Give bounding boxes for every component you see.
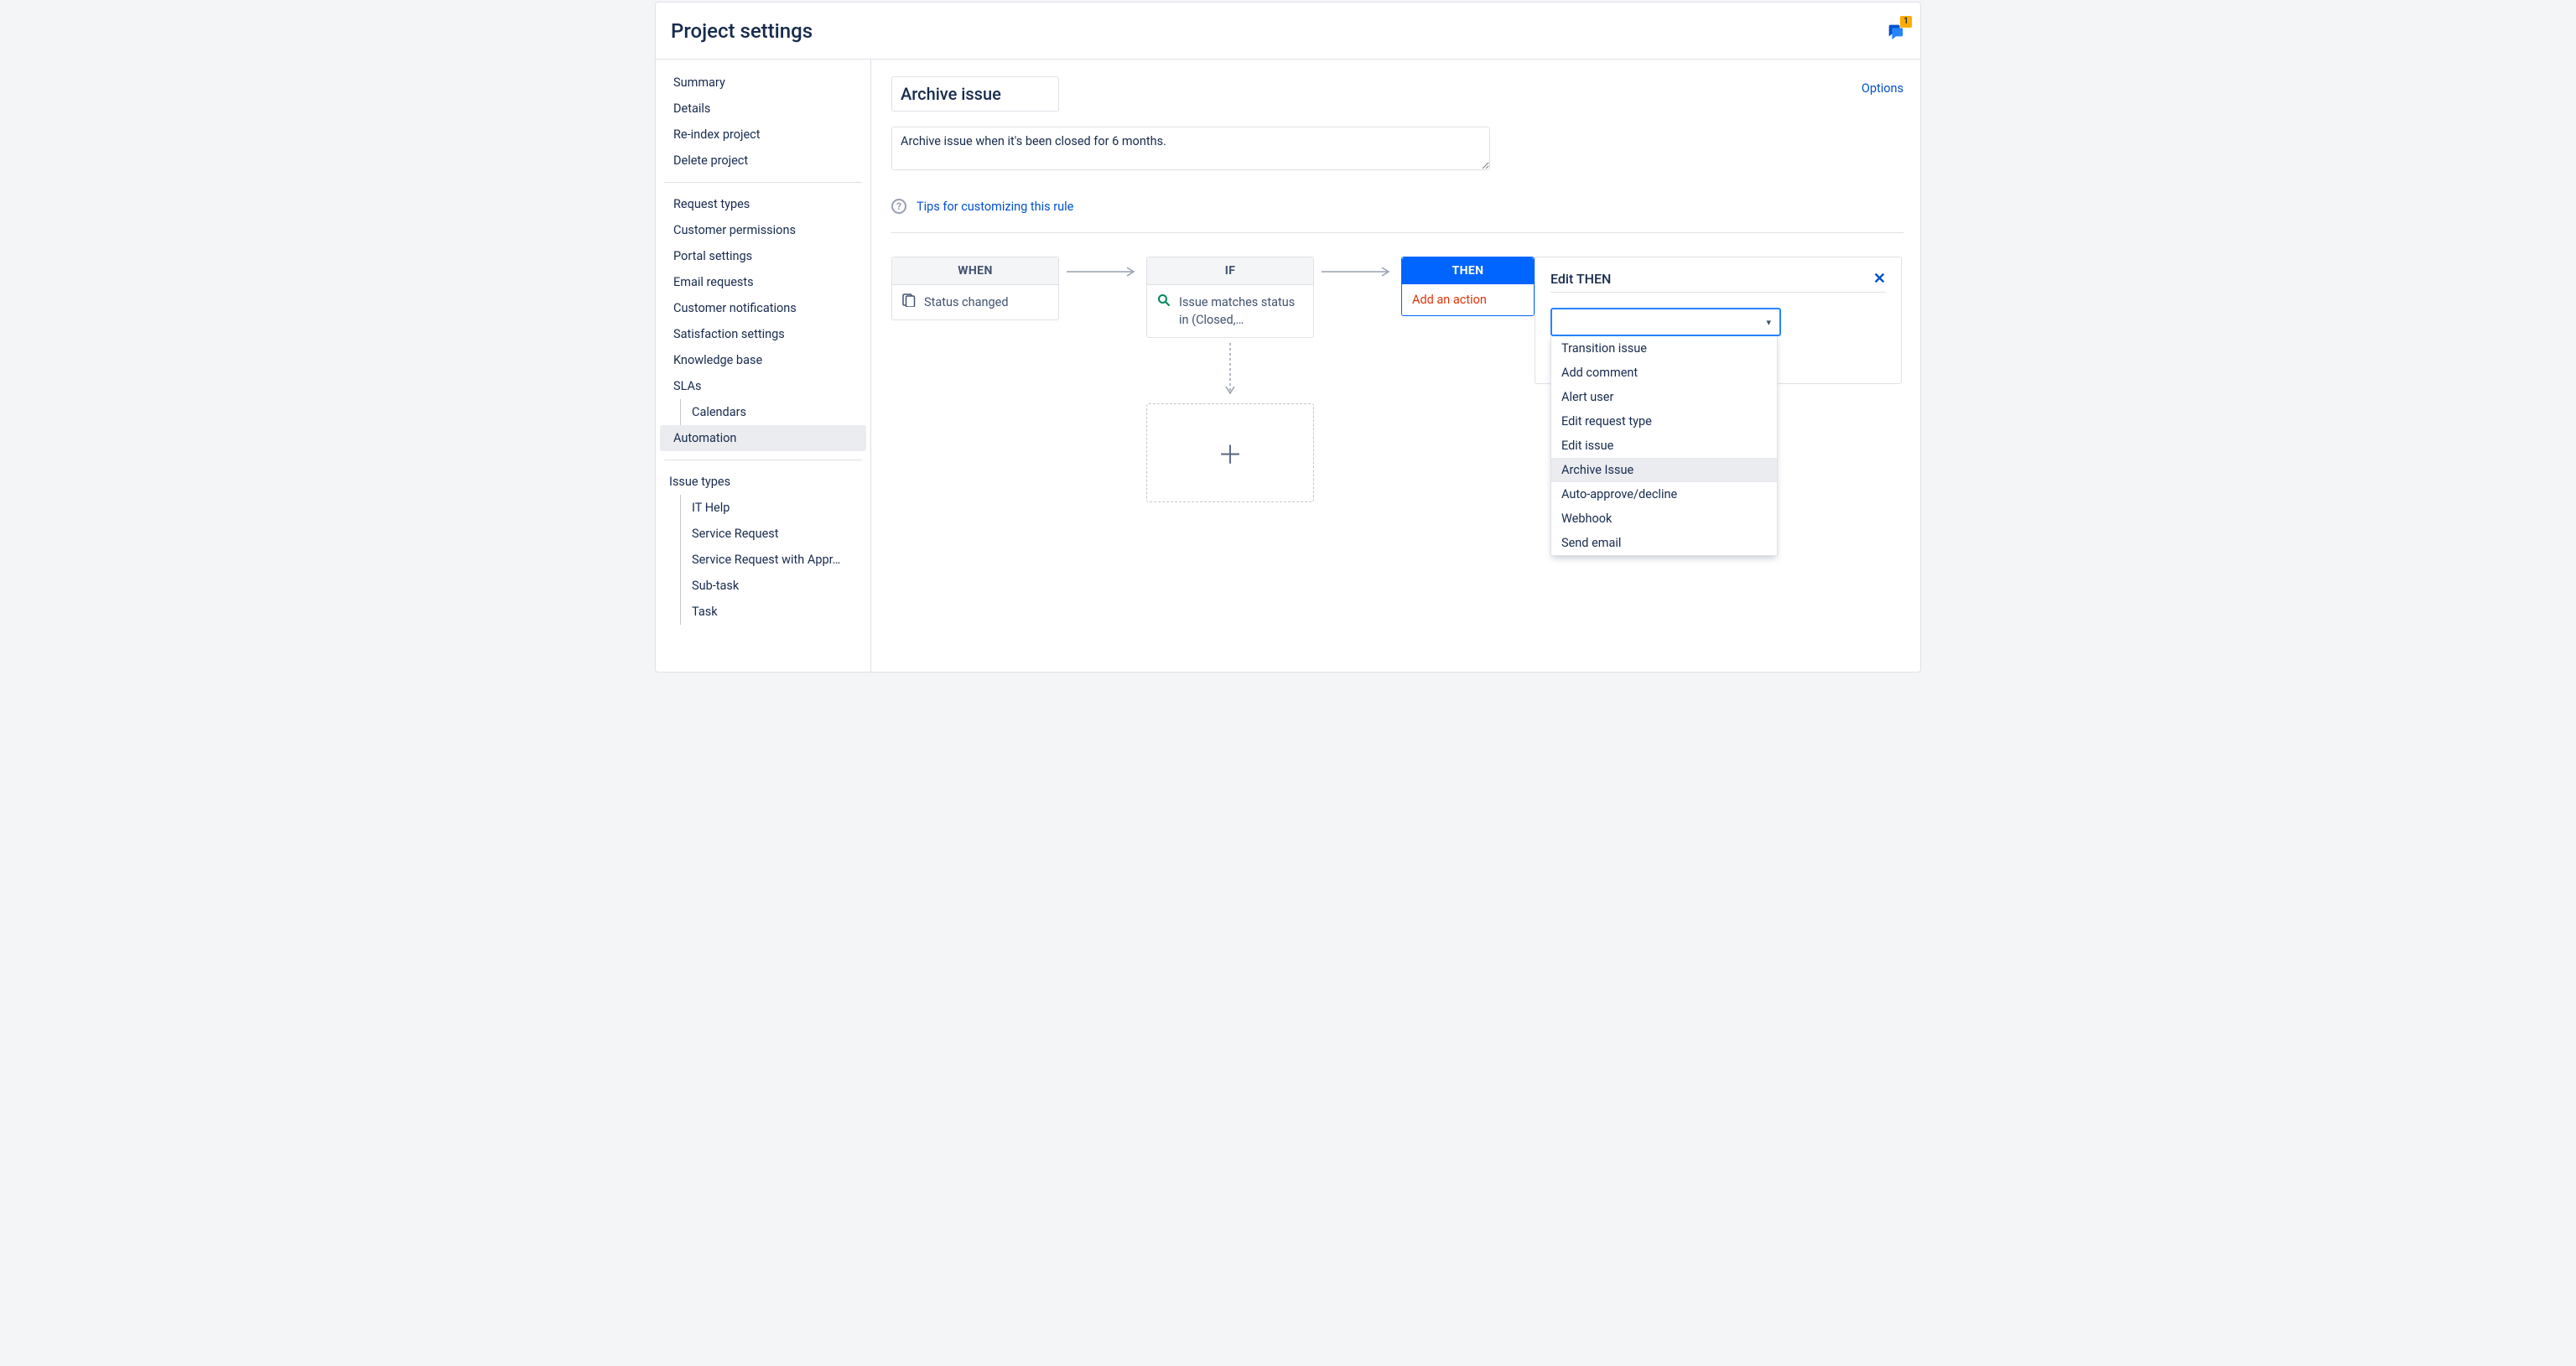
sidebar: Summary Details Re-index project Delete … bbox=[656, 60, 871, 672]
feedback-badge: 1 bbox=[1900, 16, 1912, 28]
arrow-icon bbox=[1314, 257, 1401, 287]
status-icon bbox=[902, 293, 916, 307]
rule-description-input[interactable]: Archive issue when it's been closed for … bbox=[891, 127, 1490, 170]
tips-row: ? Tips for customizing this rule bbox=[891, 199, 1903, 214]
add-condition-box[interactable]: ＋ bbox=[1146, 403, 1314, 502]
sidebar-item-delete[interactable]: Delete project bbox=[660, 148, 866, 174]
action-select-wrap: ▾ Transition issueAdd commentAlert userE… bbox=[1550, 308, 1886, 336]
main-content: Archive issue Options Archive issue when… bbox=[871, 60, 1920, 672]
sidebar-group-2: Request types Customer permissions Porta… bbox=[656, 191, 870, 458]
sidebar-group-3: Issue types IT Help Service Request Serv… bbox=[656, 469, 870, 631]
sidebar-item-customer-permissions[interactable]: Customer permissions bbox=[660, 217, 866, 243]
sidebar-item-it-help[interactable]: IT Help bbox=[660, 495, 866, 521]
dropdown-option[interactable]: Transition issue bbox=[1551, 336, 1777, 361]
down-arrow-icon bbox=[1225, 338, 1235, 403]
sidebar-item-subtask[interactable]: Sub-task bbox=[660, 573, 866, 599]
action-select[interactable]: ▾ bbox=[1550, 308, 1781, 336]
sidebar-item-satisfaction[interactable]: Satisfaction settings bbox=[660, 321, 866, 347]
rule-top-row: Archive issue Options bbox=[891, 76, 1903, 112]
if-card[interactable]: IF Issue matches status in (Closed,… bbox=[1146, 257, 1314, 338]
sidebar-item-portal-settings[interactable]: Portal settings bbox=[660, 243, 866, 269]
sidebar-item-summary[interactable]: Summary bbox=[660, 70, 866, 96]
dropdown-option[interactable]: Auto-approve/decline bbox=[1551, 482, 1777, 506]
when-header: WHEN bbox=[892, 257, 1058, 285]
automation-flow: WHEN Status changed IF Issue m bbox=[891, 257, 1903, 502]
sidebar-item-request-types[interactable]: Request types bbox=[660, 191, 866, 217]
arrow-icon bbox=[1059, 257, 1146, 287]
page-title: Project settings bbox=[671, 19, 813, 43]
chevron-down-icon: ▾ bbox=[1766, 317, 1771, 328]
sidebar-item-knowledge-base[interactable]: Knowledge base bbox=[660, 347, 866, 373]
sidebar-item-customer-notifications[interactable]: Customer notifications bbox=[660, 295, 866, 321]
if-body: Issue matches status in (Closed,… bbox=[1147, 285, 1313, 337]
app-window: Project settings 1 Summary Details Re-in… bbox=[655, 2, 1921, 673]
dropdown-option[interactable]: Edit issue bbox=[1551, 434, 1777, 458]
dropdown-option[interactable]: Send email bbox=[1551, 531, 1777, 555]
dropdown-option[interactable]: Edit request type bbox=[1551, 409, 1777, 434]
when-text: Status changed bbox=[924, 293, 1048, 311]
sidebar-item-reindex[interactable]: Re-index project bbox=[660, 122, 866, 148]
sidebar-item-email-requests[interactable]: Email requests bbox=[660, 269, 866, 295]
sidebar-group-1: Summary Details Re-index project Delete … bbox=[656, 70, 870, 180]
when-card[interactable]: WHEN Status changed bbox=[891, 257, 1059, 320]
dropdown-option[interactable]: Archive Issue bbox=[1551, 458, 1777, 482]
action-dropdown: Transition issueAdd commentAlert userEdi… bbox=[1550, 336, 1778, 556]
sidebar-item-service-request[interactable]: Service Request bbox=[660, 521, 866, 547]
edit-panel-title: Edit THEN bbox=[1550, 271, 1611, 287]
plus-icon: ＋ bbox=[1218, 434, 1243, 471]
titlebar: Project settings 1 bbox=[656, 3, 1920, 60]
dropdown-option[interactable]: Alert user bbox=[1551, 385, 1777, 409]
dropdown-option[interactable]: Add comment bbox=[1551, 361, 1777, 385]
edit-panel-header: Edit THEN ✕ bbox=[1550, 271, 1886, 293]
sidebar-item-details[interactable]: Details bbox=[660, 96, 866, 122]
options-link[interactable]: Options bbox=[1862, 76, 1903, 96]
if-header: IF bbox=[1147, 257, 1313, 285]
sidebar-item-slas[interactable]: SLAs bbox=[660, 373, 866, 399]
if-column: IF Issue matches status in (Closed,… ＋ bbox=[1146, 257, 1314, 502]
feedback-button[interactable]: 1 bbox=[1885, 21, 1905, 41]
sidebar-separator bbox=[664, 182, 862, 183]
rule-name-input[interactable]: Archive issue bbox=[891, 76, 1059, 112]
edit-then-panel: Edit THEN ✕ ▾ Transition issueAdd commen… bbox=[1535, 257, 1902, 384]
then-text: Add an action bbox=[1402, 284, 1534, 315]
help-icon: ? bbox=[891, 199, 906, 214]
close-icon[interactable]: ✕ bbox=[1873, 272, 1886, 287]
if-text: Issue matches status in (Closed,… bbox=[1179, 293, 1303, 329]
divider bbox=[891, 232, 1903, 233]
then-card[interactable]: THEN Add an action bbox=[1401, 257, 1535, 316]
sidebar-item-task[interactable]: Task bbox=[660, 599, 866, 625]
sidebar-item-calendars[interactable]: Calendars bbox=[660, 399, 866, 425]
sidebar-heading-issue-types: Issue types bbox=[656, 469, 870, 495]
sidebar-item-service-request-approval[interactable]: Service Request with Appr… bbox=[660, 547, 866, 573]
tips-link[interactable]: Tips for customizing this rule bbox=[917, 200, 1073, 214]
search-icon bbox=[1157, 293, 1171, 307]
when-body: Status changed bbox=[892, 285, 1058, 319]
dropdown-option[interactable]: Webhook bbox=[1551, 506, 1777, 531]
body: Summary Details Re-index project Delete … bbox=[656, 60, 1920, 672]
then-header: THEN bbox=[1402, 257, 1534, 284]
sidebar-item-automation[interactable]: Automation bbox=[660, 425, 866, 451]
